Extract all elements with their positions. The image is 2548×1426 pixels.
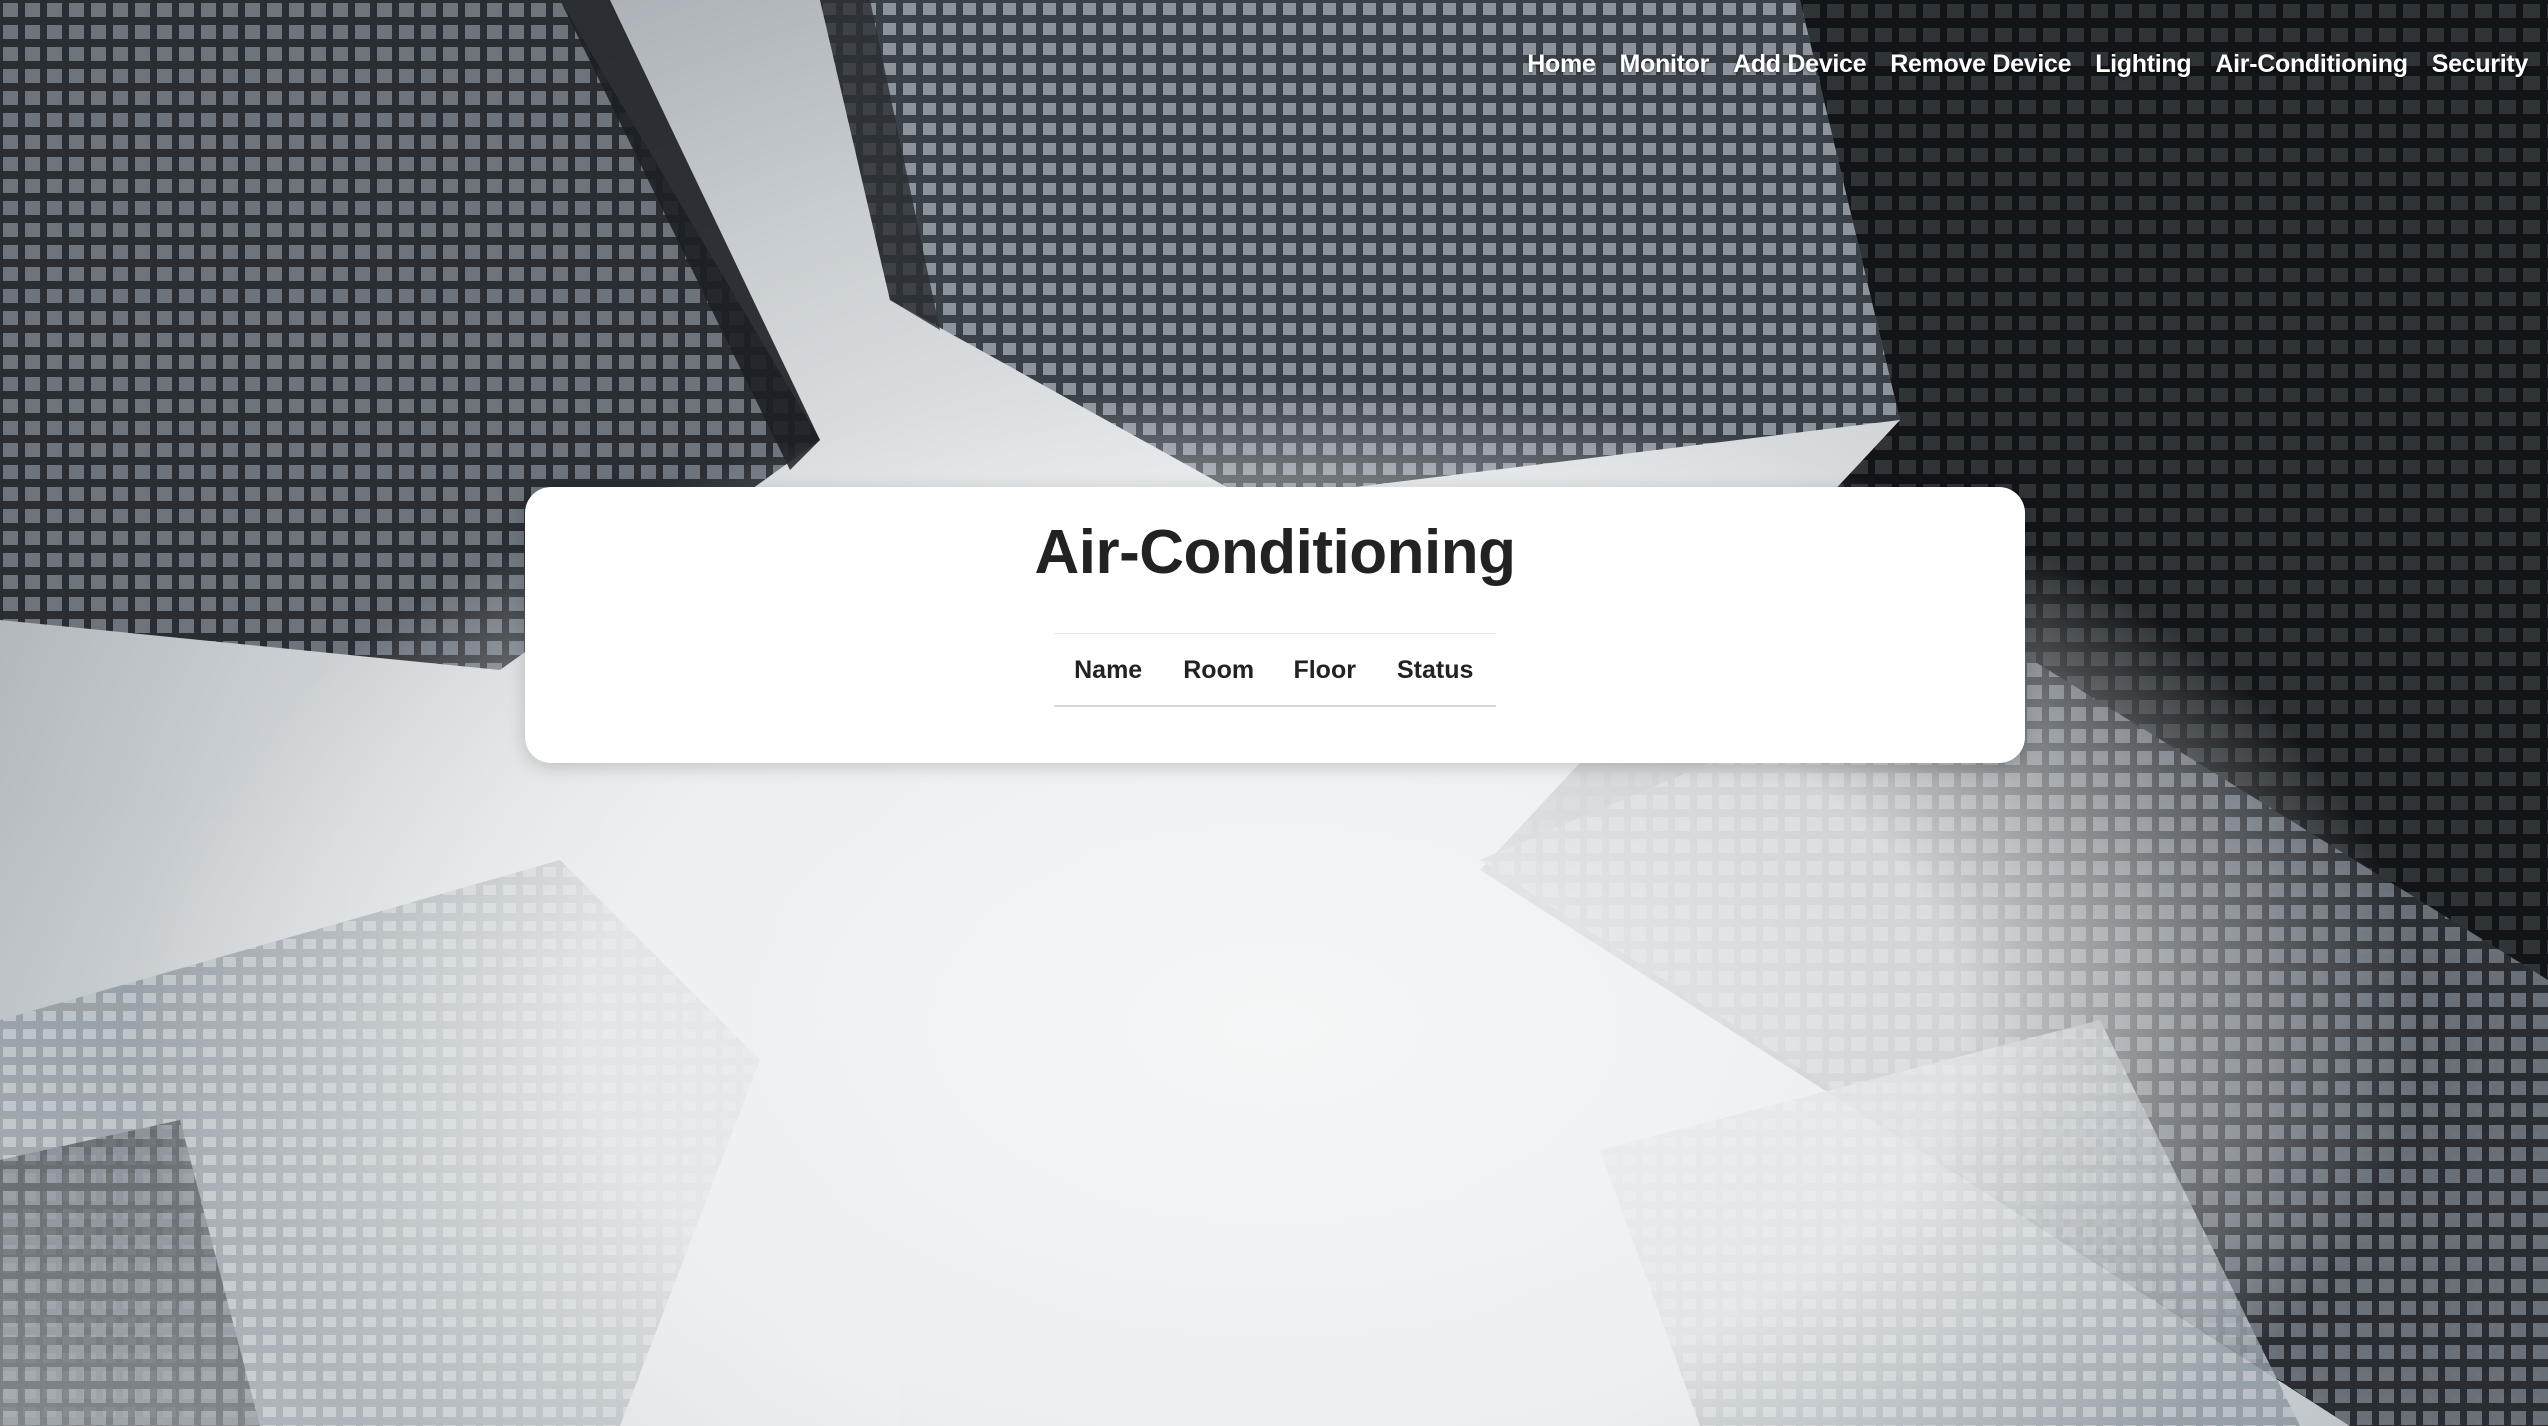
page-title: Air-Conditioning (1034, 518, 1516, 587)
devices-table-container: Name Room Floor Status (1054, 633, 1496, 707)
devices-table: Name Room Floor Status (1054, 633, 1496, 707)
nav-monitor-link[interactable]: Monitor (1620, 50, 1710, 79)
nav-home-link[interactable]: Home (1527, 50, 1596, 79)
air-conditioning-card: Air-Conditioning Name Room Floor Status (525, 487, 2025, 763)
nav-remove-device-link[interactable]: Remove Device (1890, 50, 2071, 79)
column-header-floor: Floor (1293, 656, 1356, 684)
nav-air-conditioning-link[interactable]: Air-Conditioning (2215, 50, 2408, 79)
column-header-name: Name (1074, 656, 1143, 684)
nav-add-device-link[interactable]: Add Device (1733, 50, 1866, 79)
top-navigation: Home Monitor Add Device Remove Device Li… (1527, 50, 2528, 79)
nav-lighting-link[interactable]: Lighting (2095, 50, 2191, 79)
nav-security-link[interactable]: Security (2432, 50, 2529, 79)
devices-table-header: Name Room Floor Status (1054, 633, 1496, 706)
table-header-row: Name Room Floor Status (1054, 633, 1496, 706)
column-header-room: Room (1183, 656, 1255, 684)
column-header-status: Status (1397, 656, 1474, 684)
